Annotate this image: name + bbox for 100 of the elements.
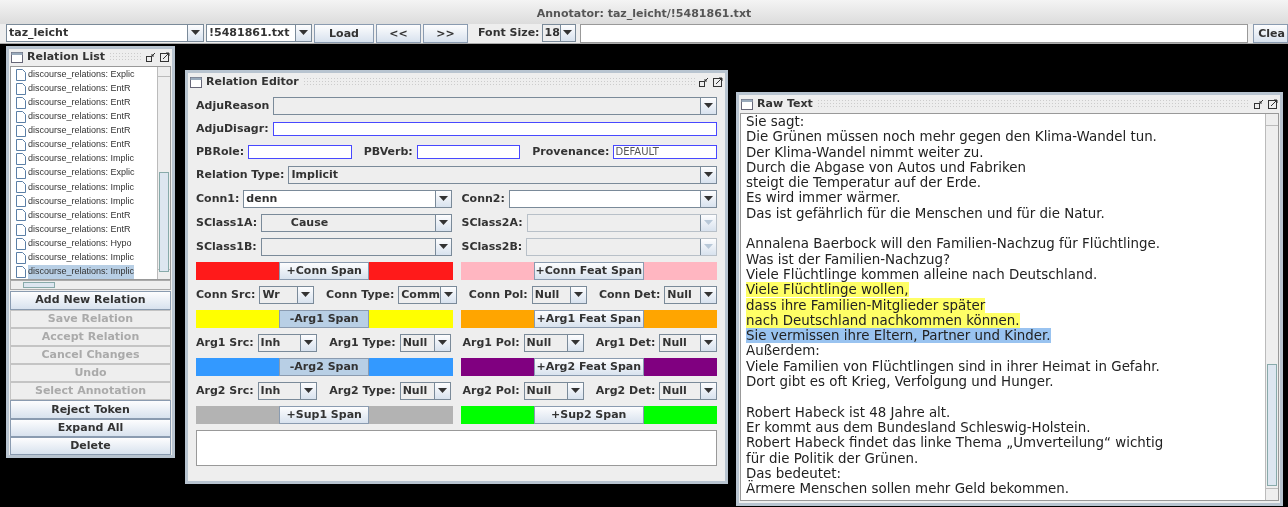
tree-item[interactable]: discourse_relations: EntR [11,137,157,153]
tree-item[interactable]: discourse_relations: Explic [11,67,157,82]
notes-field[interactable] [196,430,717,466]
tree-item[interactable]: discourse_relations: Implic [11,180,157,195]
span-button[interactable]: -Arg2 Span [279,358,370,376]
span-button[interactable]: +Arg2 Feat Span [533,358,644,376]
dropdown[interactable]: Null [523,382,584,400]
window-title: Relation List [27,49,105,65]
tree-item[interactable]: discourse_relations: EntR [11,109,157,124]
span-button[interactable]: +Sup1 Span [279,406,370,424]
tree-item[interactable]: discourse_relations: EntR [11,123,157,138]
tree-item[interactable]: discourse_relations: EntR [11,81,157,96]
tree-item[interactable]: discourse_relations: EntR [11,95,157,110]
dropdown[interactable]: Cause [261,214,452,232]
file-icon [16,139,26,151]
caret-icon [191,30,200,36]
tree-item[interactable]: discourse_relations: Explic [11,166,157,181]
caret-icon [570,388,580,394]
minimize-icon[interactable] [146,52,156,63]
dropdown[interactable]: Implicit [288,166,717,184]
clear-button[interactable]: Clea [1253,24,1288,43]
text-line: Das ist gefährlich für die Menschen und für die Natur. [746,205,1105,221]
dropdown[interactable]: Null [523,334,584,352]
load-button[interactable]: Load [314,24,374,43]
dropdown[interactable]: Null [399,334,451,352]
caret-icon [704,244,713,250]
text-field[interactable] [272,122,717,137]
field-label: Arg1 Det: [595,334,656,351]
caret-icon [704,292,713,298]
dropdown[interactable]: Null [659,334,717,352]
tree-item[interactable]: discourse_relations: EntR [11,208,157,223]
file-icon [16,167,26,180]
dropdown[interactable] [508,190,717,208]
scrollbar[interactable] [157,66,170,279]
span-button[interactable]: -Arg1 Span [279,310,370,328]
text-line: Außerdem: [746,343,820,359]
tree-item[interactable]: discourse_relations: Hypo [11,236,157,251]
dropdown[interactable] [260,238,452,256]
dropdown[interactable]: denn [243,190,452,208]
dropdown[interactable]: Comm [398,286,457,304]
dropdown[interactable]: taz_leicht [6,24,204,42]
caret-icon [437,340,447,346]
dropdown[interactable] [273,97,717,115]
dropdown[interactable]: !5481861.txt [206,24,312,42]
dropdown[interactable]: Inh [257,334,318,352]
window-title: Raw Text [757,95,813,112]
scrollbar[interactable] [10,279,171,291]
text-field[interactable] [248,144,352,159]
maximize-icon[interactable] [160,52,170,63]
action-button[interactable]: Add New Relation [10,291,171,310]
text-line: Viele Flüchtlinge kommen alleine nach Deutschland. [746,266,1098,282]
field-label: Relation Type: [196,166,285,183]
file-icon [16,68,26,81]
minimize-icon[interactable] [1254,99,1264,109]
text-line: Annalena Baerbock will den Familien-Nachzug für Flüchtlinge. [746,236,1160,252]
caret-icon [437,388,447,394]
tree-item[interactable]: discourse_relations: Implic [11,250,157,265]
text-line: für die Politik der Grünen. [746,450,919,466]
caret-icon [301,292,311,298]
text-line: Dort gibt es oft Krieg, Verfolgung und Hunger. [746,374,1054,390]
scrollbar[interactable] [1265,114,1278,500]
tree-item[interactable]: discourse_relations: Implic [11,152,157,167]
field-label: SClass1A: [196,214,258,231]
text-line: Robert Habeck findet das linke Thema „Umverteilung“ wichtig [746,435,1164,451]
text-line: Ärmere Menschen sollen mehr Geld bekommen. [746,481,1069,497]
text-line: Er kommt aus dem Bundesland Schleswig-Holstein. [746,419,1091,435]
file-icon [16,195,26,208]
text-line: steigt die Temperatur auf der Erde. [746,175,981,191]
field-label: Conn Src: [196,286,256,303]
tree-item[interactable]: discourse_relations: Implic [11,194,157,209]
caret-icon [573,292,583,298]
text-field[interactable] [416,144,521,159]
caret-icon [704,220,713,226]
window-title: Annotator: taz_leicht/!5481861.txt [0,0,1288,24]
field-label: Arg2 Type: [329,382,396,399]
maximize-icon[interactable] [1268,99,1278,109]
span-button[interactable]: +Sup2 Span [533,406,644,424]
field-label: SClass2B: [461,238,523,255]
tree-item[interactable]: discourse_relations: EntR [11,222,157,237]
dropdown[interactable]: 18 [541,24,576,42]
file-icon [16,209,26,222]
caret-icon [704,172,713,178]
text-field[interactable]: DEFAULT [613,144,717,159]
action-button[interactable]: Reject Token [10,400,171,419]
window-icon [11,51,23,63]
span-button[interactable]: +Conn Span [279,262,370,280]
next-button[interactable]: >> [423,24,468,43]
dropdown[interactable]: Inh [257,382,318,400]
span-button[interactable]: +Arg1 Feat Span [533,310,644,328]
dropdown[interactable]: Null [531,286,587,304]
dropdown[interactable]: Null [659,382,717,400]
span-button[interactable]: +Conn Feat Span [533,262,644,280]
previous-button[interactable]: << [376,24,421,43]
search-field[interactable] [579,24,1249,43]
dropdown[interactable]: Null [664,286,717,304]
minimize-icon[interactable] [699,77,709,87]
maximize-icon[interactable] [713,77,723,87]
dropdown[interactable]: Wr [259,286,315,304]
text-line: Was ist der Familien-Nachzug? [746,251,951,267]
dropdown[interactable]: Null [399,382,451,400]
